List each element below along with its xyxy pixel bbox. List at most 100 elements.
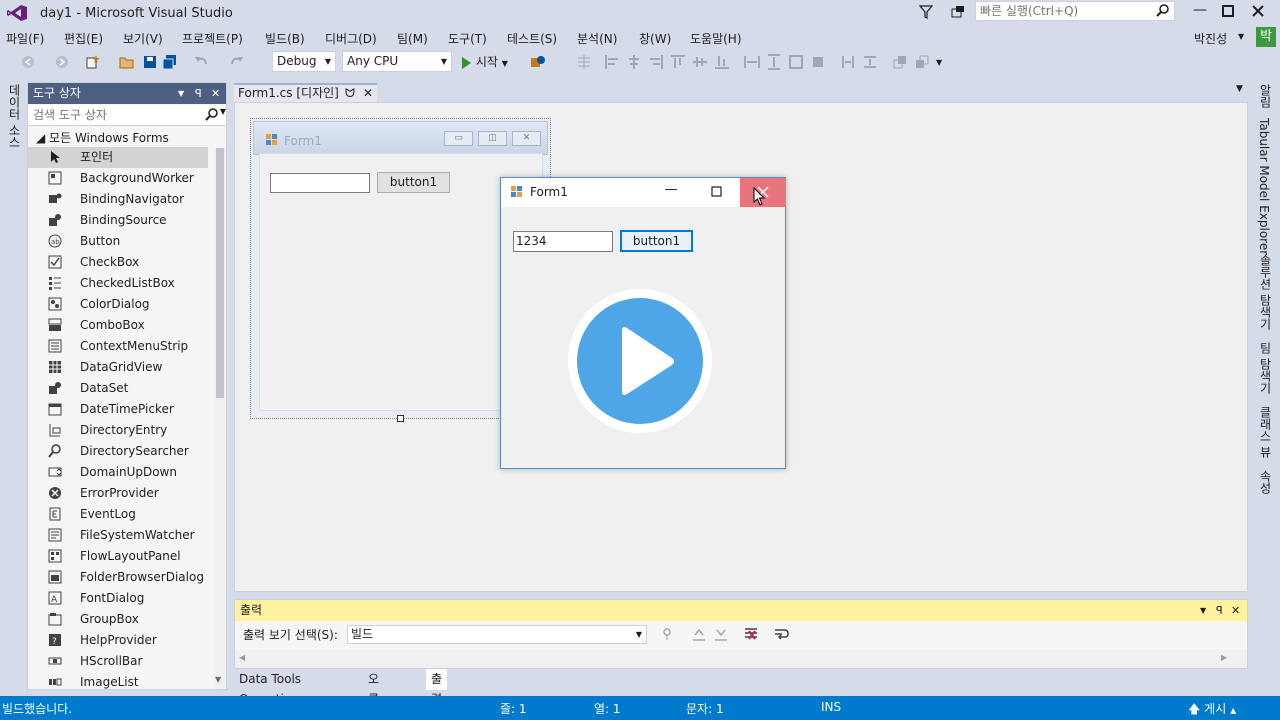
list-item[interactable]: CheckBox: [28, 252, 208, 273]
chevron-down-icon[interactable]: ▼: [1238, 32, 1244, 41]
quick-launch[interactable]: [975, 1, 1175, 21]
scroll-right-icon[interactable]: ▶: [1221, 653, 1227, 662]
list-item[interactable]: DirectorySearcher: [28, 441, 208, 462]
maximize-button[interactable]: [704, 182, 728, 202]
list-item[interactable]: CheckedListBox: [28, 273, 208, 294]
list-item[interactable]: ab Button: [28, 231, 208, 252]
tab-class-view[interactable]: 클래스 뷰: [1257, 406, 1274, 458]
list-item[interactable]: DomainUpDown: [28, 462, 208, 483]
close-icon[interactable]: ✕: [211, 83, 220, 104]
menu-edit[interactable]: 편집(E): [64, 30, 103, 47]
back-icon[interactable]: [20, 54, 36, 70]
list-item[interactable]: EventLog: [28, 504, 208, 525]
browser-link-icon[interactable]: [530, 54, 546, 70]
list-item[interactable]: ErrorProvider: [28, 483, 208, 504]
avatar[interactable]: 박: [1256, 27, 1276, 47]
menu-project[interactable]: 프로젝트(P): [182, 30, 243, 47]
list-item[interactable]: ComboBox: [28, 315, 208, 336]
user-name[interactable]: 박진성: [1194, 30, 1227, 47]
start-button[interactable]: 시작 ▼: [460, 53, 508, 71]
undo-icon[interactable]: [193, 54, 209, 70]
list-item[interactable]: BackgroundWorker: [28, 168, 208, 189]
open-file-icon[interactable]: [119, 54, 135, 70]
tab-notifications[interactable]: 알림: [1257, 84, 1274, 108]
make-same-size-icon[interactable]: [788, 54, 804, 70]
list-item[interactable]: 포인터: [28, 147, 208, 168]
list-item[interactable]: BindingNavigator: [28, 189, 208, 210]
running-textbox[interactable]: 1234: [513, 231, 613, 252]
list-item[interactable]: A FontDialog: [28, 588, 208, 609]
pin-icon[interactable]: ꟼ: [1216, 600, 1223, 621]
pin-icon[interactable]: ᗢ: [345, 85, 355, 101]
redo-icon[interactable]: [229, 54, 245, 70]
new-project-icon[interactable]: [84, 54, 100, 70]
chevron-down-icon[interactable]: ▼: [178, 83, 184, 104]
menu-view[interactable]: 보기(V): [123, 30, 163, 47]
find-message-icon[interactable]: [659, 626, 675, 642]
list-item[interactable]: HScrollBar: [28, 651, 208, 672]
document-list-dropdown-icon[interactable]: ▼: [1236, 84, 1243, 94]
close-icon[interactable]: ✕: [363, 85, 373, 101]
align-middles-icon[interactable]: [692, 54, 708, 70]
menu-build[interactable]: 빌드(B): [265, 30, 305, 47]
save-icon[interactable]: [142, 54, 158, 70]
resize-handle[interactable]: [397, 415, 404, 422]
solution-platform-select[interactable]: Any CPU ▼: [342, 51, 452, 72]
design-button[interactable]: button1: [377, 172, 450, 193]
word-wrap-icon[interactable]: [773, 626, 789, 642]
list-item[interactable]: FileSystemWatcher: [28, 525, 208, 546]
list-item[interactable]: FolderBrowserDialog: [28, 567, 208, 588]
solution-config-select[interactable]: Debug ▼: [272, 51, 336, 72]
list-item[interactable]: GroupBox: [28, 609, 208, 630]
list-item[interactable]: ColorDialog: [28, 294, 208, 315]
tab-solution-explorer[interactable]: 솔루션 탐색기: [1257, 254, 1274, 330]
running-form-titlebar[interactable]: Form1 —: [501, 178, 786, 207]
menu-analyze[interactable]: 분석(N): [577, 30, 617, 47]
publish-button[interactable]: 🡅 게시 ▲: [1188, 700, 1236, 720]
list-item[interactable]: ImageList: [28, 672, 208, 693]
align-grid-icon[interactable]: [576, 54, 592, 70]
list-item[interactable]: FlowLayoutPanel: [28, 546, 208, 567]
tab-team-explorer[interactable]: 팀 탐색기: [1257, 342, 1274, 394]
close-button[interactable]: [1244, 1, 1272, 21]
close-icon[interactable]: ✕: [1231, 600, 1240, 621]
list-item[interactable]: DataGridView: [28, 357, 208, 378]
horizontal-spacing-icon[interactable]: [840, 54, 856, 70]
toolbox-scrollbar[interactable]: [214, 148, 226, 689]
search-icon[interactable]: [204, 107, 220, 126]
toolbox-search[interactable]: ▼: [28, 105, 226, 126]
filter-icon[interactable]: [918, 3, 934, 21]
quick-launch-input[interactable]: [976, 2, 1151, 20]
list-item[interactable]: DataSet: [28, 378, 208, 399]
vertical-spacing-icon[interactable]: [862, 54, 878, 70]
minimize-button[interactable]: —: [1186, 1, 1214, 21]
chevron-down-icon[interactable]: ▼: [1200, 600, 1206, 621]
feedback-icon[interactable]: [950, 3, 966, 21]
scrollbar-thumb[interactable]: [216, 148, 224, 398]
align-bottoms-icon[interactable]: [714, 54, 730, 70]
align-centers-icon[interactable]: [626, 54, 642, 70]
pin-icon[interactable]: ꟼ: [195, 83, 202, 104]
align-tops-icon[interactable]: [670, 54, 686, 70]
output-source-select[interactable]: 빌드 ▼: [347, 625, 647, 644]
tab-properties[interactable]: 속성: [1257, 470, 1274, 494]
tab-output[interactable]: 출력: [426, 669, 448, 706]
align-rights-icon[interactable]: [648, 54, 664, 70]
scroll-down-icon[interactable]: ▼: [215, 675, 221, 684]
list-item[interactable]: BindingSource: [28, 210, 208, 231]
clear-all-icon[interactable]: [743, 626, 759, 642]
chevron-down-icon[interactable]: ▼: [220, 107, 226, 116]
size-to-grid-icon[interactable]: [810, 54, 826, 70]
menu-debug[interactable]: 디버그(D): [325, 30, 377, 47]
tab-form1-design[interactable]: Form1.cs [디자인] ᗢ ✕: [234, 83, 377, 102]
scroll-left-icon[interactable]: ◀: [239, 653, 245, 662]
minimize-button[interactable]: —: [659, 182, 683, 202]
video-play-icon[interactable]: [566, 287, 714, 435]
tab-data-tools-operations[interactable]: Data Tools Operations: [234, 669, 310, 706]
toolbar-overflow-icon[interactable]: ▼: [936, 58, 942, 67]
save-all-icon[interactable]: [162, 54, 178, 70]
menu-test[interactable]: 테스트(S): [507, 30, 557, 47]
search-icon[interactable]: [1155, 3, 1171, 19]
tab-tabular-model-explorer[interactable]: Tabular Model Explorer: [1257, 118, 1271, 255]
menu-tools[interactable]: 도구(T): [448, 30, 487, 47]
